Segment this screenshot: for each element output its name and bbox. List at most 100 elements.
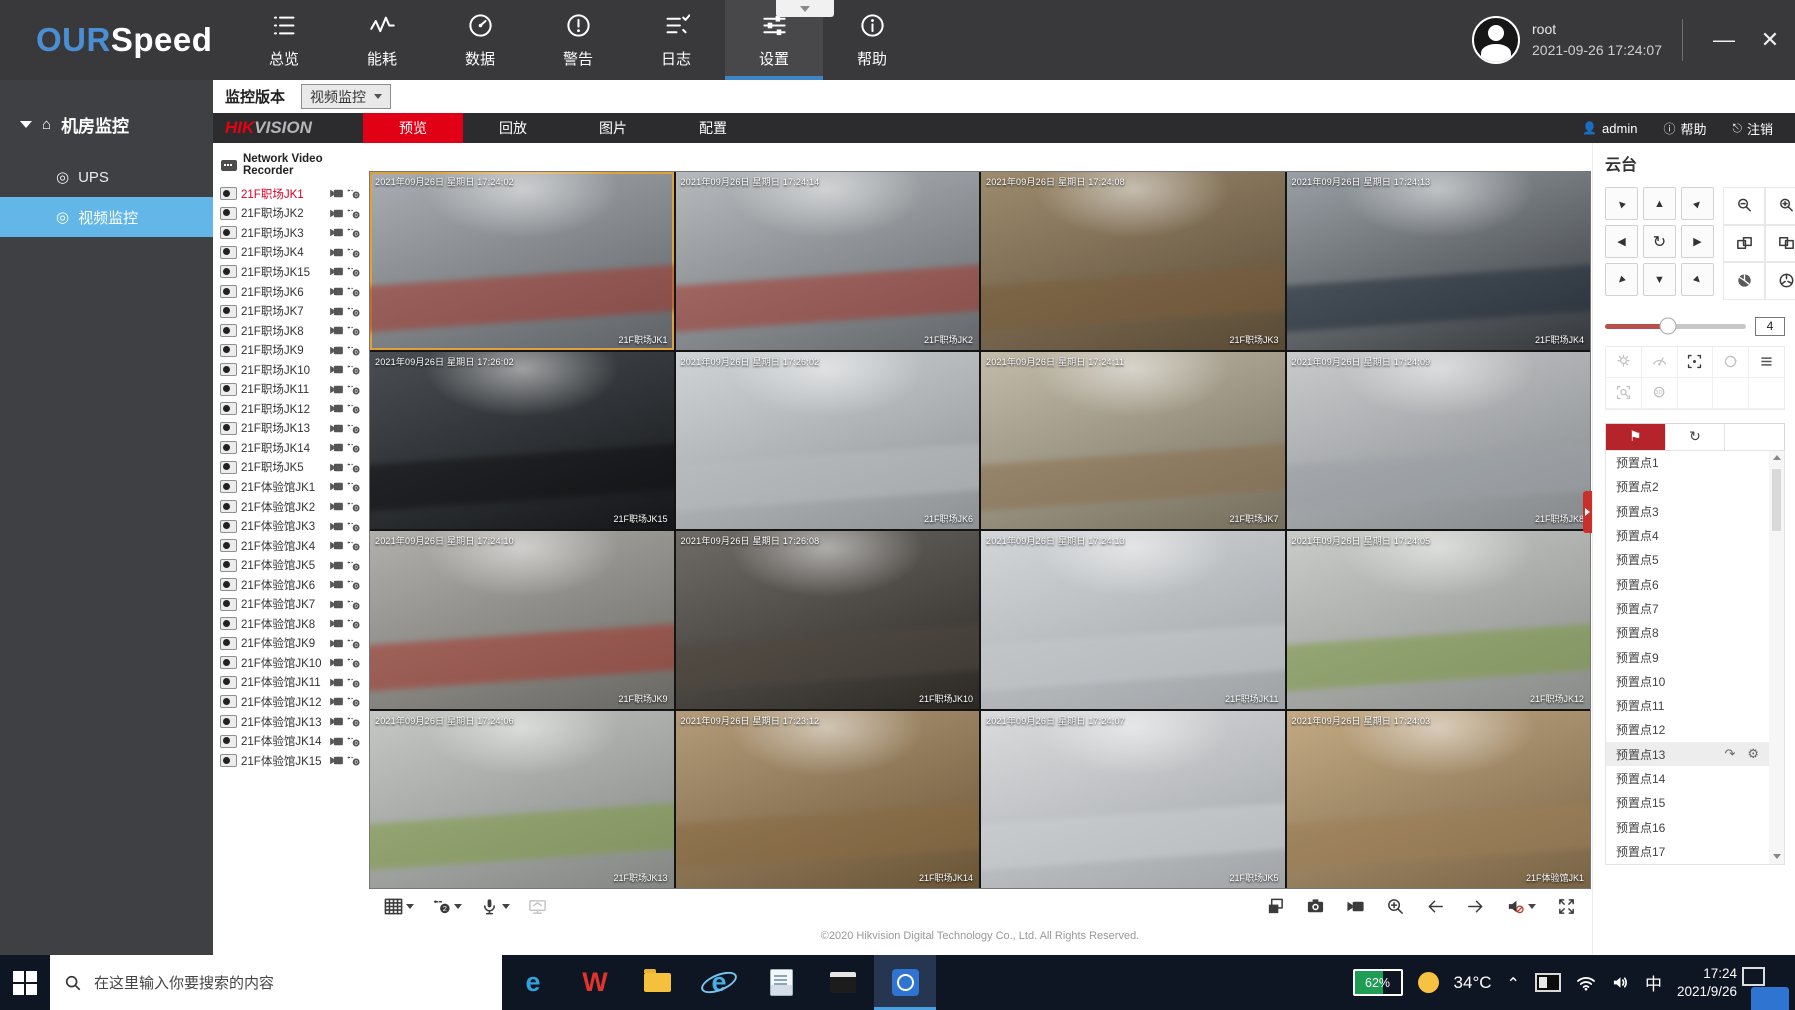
stream-icon[interactable]: 0 [346, 520, 361, 533]
preset-row[interactable]: 预置点10 [1606, 669, 1769, 693]
version-select[interactable]: 视频监控 [301, 84, 391, 109]
camera-row[interactable]: 21F职场JK140 [213, 438, 368, 458]
wiper-button[interactable] [1642, 347, 1678, 378]
record-icon[interactable] [329, 539, 344, 552]
preset-row[interactable]: 预置点14 [1606, 766, 1769, 790]
stop-all-button[interactable] [1266, 897, 1285, 916]
temperature[interactable]: 34°C [1454, 973, 1492, 993]
stream-icon[interactable]: 0 [346, 617, 361, 630]
stream-icon[interactable]: 0 [346, 637, 361, 650]
record-icon[interactable] [329, 383, 344, 396]
iris-open-button[interactable] [1765, 262, 1795, 300]
camera-row[interactable]: 21F体验馆JK130 [213, 712, 368, 732]
video-cell[interactable]: 2021年09月26日 星期日 17:24:1021F职场JK9 [370, 531, 674, 709]
minimize-button[interactable]: — [1703, 19, 1745, 61]
preset-row[interactable]: 预置点9 [1606, 645, 1769, 669]
camera-row[interactable]: 21F体验馆JK120 [213, 692, 368, 712]
camera-row[interactable]: 21F职场JK110 [213, 379, 368, 399]
close-button[interactable]: ✕ [1749, 19, 1791, 61]
sidebar-item-ups[interactable]: ◎ UPS [0, 157, 213, 197]
camera-row[interactable]: 21F体验馆JK90 [213, 634, 368, 654]
taskbar-clock[interactable]: 17:24 2021/9/26 [1677, 965, 1737, 1000]
preset-row[interactable]: 预置点12 [1606, 718, 1769, 742]
zoom-out-button[interactable] [1723, 187, 1765, 225]
taskbar-app-blueapp[interactable] [874, 955, 936, 1010]
sidebar-item-video-monitoring[interactable]: ◎ 视频监控 [0, 197, 213, 237]
camera-row[interactable]: 21F体验馆JK140 [213, 731, 368, 751]
camera-row[interactable]: 21F职场JK120 [213, 399, 368, 419]
hik-tab-0[interactable]: 预览 [363, 113, 463, 143]
record-icon[interactable] [329, 344, 344, 357]
zoom-3d-button[interactable]: 3D [1642, 378, 1678, 409]
nav-item-data[interactable]: 数据 [431, 0, 529, 80]
record-icon[interactable] [329, 480, 344, 493]
ptz-down-button[interactable]: ▼ [1643, 263, 1676, 296]
nav-item-overview[interactable]: 总览 [235, 0, 333, 80]
preset-row[interactable]: 预置点4 [1606, 523, 1769, 547]
video-cell[interactable]: 2021年09月26日 星期日 17:24:1421F职场JK2 [676, 172, 980, 350]
wifi-icon[interactable] [1576, 975, 1596, 991]
help-link[interactable]: ⓘ帮助 [1663, 119, 1706, 138]
camera-row[interactable]: 21F体验馆JK80 [213, 614, 368, 634]
camera-row[interactable]: 21F职场JK100 [213, 360, 368, 380]
speed-value-box[interactable]: 4 [1755, 317, 1785, 336]
ptz-left-button[interactable]: ◀ [1605, 225, 1638, 258]
camera-row[interactable]: 21F职场JK90 [213, 340, 368, 360]
preset-row[interactable]: 预置点17 [1606, 839, 1769, 863]
ptz-up-right-button[interactable]: ▲ [1681, 187, 1714, 220]
stream-icon[interactable]: 0 [346, 402, 361, 415]
camera-row[interactable]: 21F体验馆JK60 [213, 575, 368, 595]
preset-row[interactable]: 预置点1 [1606, 451, 1769, 475]
tray-blue-icon[interactable] [1751, 987, 1789, 1010]
taskbar-app-notepad[interactable] [750, 955, 812, 1010]
nav-item-alert[interactable]: 警告 [529, 0, 627, 80]
camera-row[interactable]: 21F体验馆JK110 [213, 673, 368, 693]
record-icon[interactable] [329, 187, 344, 200]
tab-presets[interactable]: ⚑ [1606, 424, 1666, 450]
video-cell[interactable]: 2021年09月26日 星期日 17:24:0621F职场JK13 [370, 711, 674, 889]
taskbar-app-ie[interactable]: e [688, 955, 750, 1010]
stream-icon[interactable]: 0 [346, 656, 361, 669]
camera-row[interactable]: 21F职场JK80 [213, 321, 368, 341]
video-cell[interactable]: 2021年09月26日 星期日 17:23:1221F职场JK14 [676, 711, 980, 889]
preset-row[interactable]: 预置点7 [1606, 596, 1769, 620]
stream-icon[interactable]: 0 [346, 735, 361, 748]
digital-zoom-button[interactable] [1386, 897, 1405, 916]
stream-icon[interactable]: 0 [346, 265, 361, 278]
taskbar-app-folder[interactable] [626, 955, 688, 1010]
sidebar-group-room-monitoring[interactable]: ⌂ 机房监控 [0, 80, 213, 157]
record-icon[interactable] [329, 305, 344, 318]
stream-icon[interactable]: 0 [346, 246, 361, 259]
audio-mute-button[interactable] [1506, 897, 1536, 916]
area-zoom-button[interactable] [1606, 378, 1642, 409]
light-button[interactable] [1606, 347, 1642, 378]
record-icon[interactable] [329, 617, 344, 630]
hik-tab-2[interactable]: 图片 [563, 113, 663, 143]
lens-init-button[interactable] [1713, 347, 1749, 378]
hik-tab-3[interactable]: 配置 [663, 113, 763, 143]
stream-type-button[interactable]: 2 [432, 897, 462, 916]
display-tray-icon[interactable] [1535, 973, 1561, 992]
record-icon[interactable] [329, 324, 344, 337]
stream-icon[interactable]: 0 [346, 480, 361, 493]
collapse-chevron-button[interactable] [776, 0, 834, 17]
video-cell[interactable]: 2021年09月26日 星期日 17:24:1121F职场JK7 [981, 352, 1285, 530]
record-icon[interactable] [329, 578, 344, 591]
stream-icon[interactable]: 0 [346, 187, 361, 200]
ime-indicator[interactable]: 中 [1645, 970, 1662, 995]
stream-icon[interactable]: 0 [346, 578, 361, 591]
stream-icon[interactable]: 0 [346, 676, 361, 689]
scroll-up-button[interactable] [1773, 451, 1781, 465]
preset-row[interactable]: 预置点6 [1606, 572, 1769, 596]
stream-icon[interactable]: 0 [346, 695, 361, 708]
auto-focus-button[interactable] [1678, 347, 1714, 378]
voice-talk-button[interactable] [480, 897, 510, 916]
previous-page-button[interactable] [1426, 897, 1445, 916]
stream-icon[interactable]: 0 [346, 754, 361, 767]
stream-icon[interactable]: 0 [346, 461, 361, 474]
record-icon[interactable] [329, 363, 344, 376]
record-icon[interactable] [329, 754, 344, 767]
camera-row[interactable]: 21F体验馆JK70 [213, 594, 368, 614]
record-icon[interactable] [329, 656, 344, 669]
scroll-down-button[interactable] [1773, 850, 1781, 864]
